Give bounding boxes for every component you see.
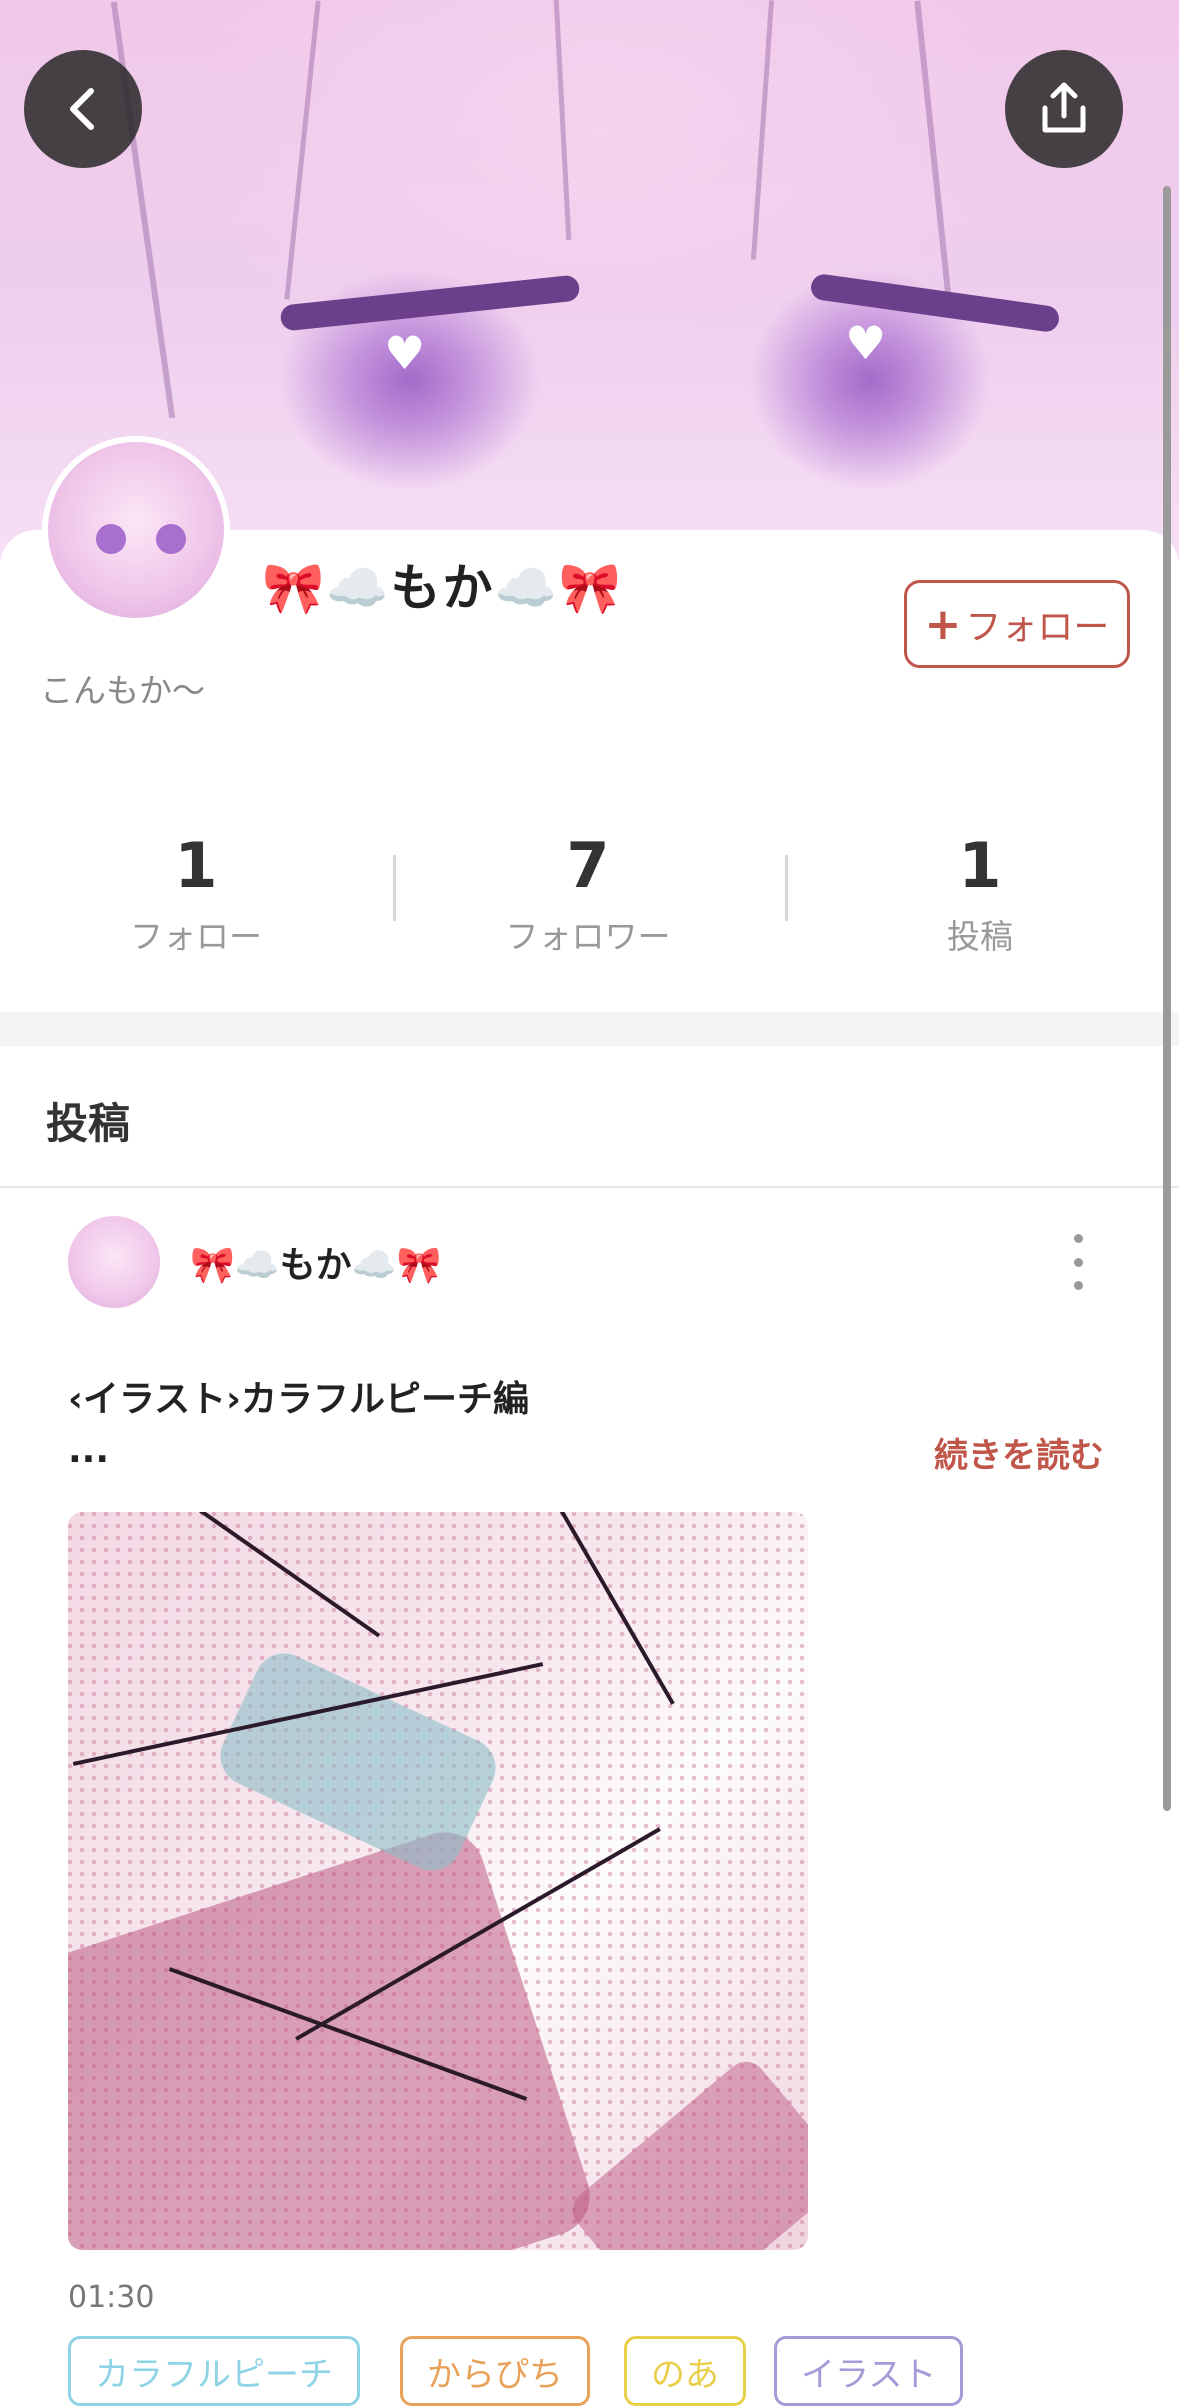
more-options-icon[interactable] — [1064, 1234, 1092, 1290]
back-button[interactable] — [24, 50, 142, 168]
chevron-left-icon — [70, 88, 94, 130]
scrollbar[interactable] — [1163, 186, 1171, 1811]
profile-bio: こんもか〜 — [40, 671, 205, 710]
stat-label: フォロー — [130, 917, 262, 956]
post-author-name[interactable]: 🎀☁️もか☁️🎀 — [190, 1236, 441, 1288]
post-excerpt: ... — [68, 1430, 110, 1471]
avatar[interactable] — [42, 436, 230, 624]
follow-button[interactable]: + フォロー — [904, 580, 1130, 668]
stat-followers[interactable]: 7 フォロワー — [438, 826, 738, 958]
post-timestamp: 01:30 — [68, 2280, 155, 2315]
post-image[interactable] — [68, 1512, 808, 2250]
stat-value: 1 — [958, 829, 1002, 902]
plus-icon: + — [924, 598, 962, 650]
tag-chip[interactable]: からぴち — [400, 2336, 590, 2406]
stat-posts[interactable]: 1 投稿 — [830, 826, 1130, 958]
tag-chip[interactable]: イラスト — [774, 2336, 964, 2406]
read-more-link[interactable]: 続きを読む — [934, 1428, 1104, 1477]
stat-value: 1 — [174, 829, 218, 902]
posts-section-title: 投稿 — [46, 1099, 131, 1148]
post-author-avatar[interactable] — [68, 1216, 160, 1308]
stat-following[interactable]: 1 フォロー — [46, 826, 346, 958]
divider — [0, 1186, 1179, 1188]
stat-label: フォロワー — [505, 917, 671, 956]
share-button[interactable] — [1005, 50, 1123, 168]
stat-label: 投稿 — [947, 917, 1013, 956]
profile-name: 🎀☁️もか☁️🎀 — [262, 559, 624, 617]
stat-divider — [393, 855, 396, 921]
section-divider — [0, 1012, 1179, 1046]
tag-chip[interactable]: のあ — [624, 2336, 746, 2406]
stat-value: 7 — [566, 829, 610, 902]
share-icon — [1042, 82, 1086, 133]
post-title[interactable]: ‹イラスト›カラフルピーチ編 — [68, 1370, 529, 1422]
follow-button-label: フォロー — [965, 607, 1110, 648]
tag-chip[interactable]: カラフルピーチ — [68, 2336, 360, 2406]
stat-divider — [785, 855, 788, 921]
